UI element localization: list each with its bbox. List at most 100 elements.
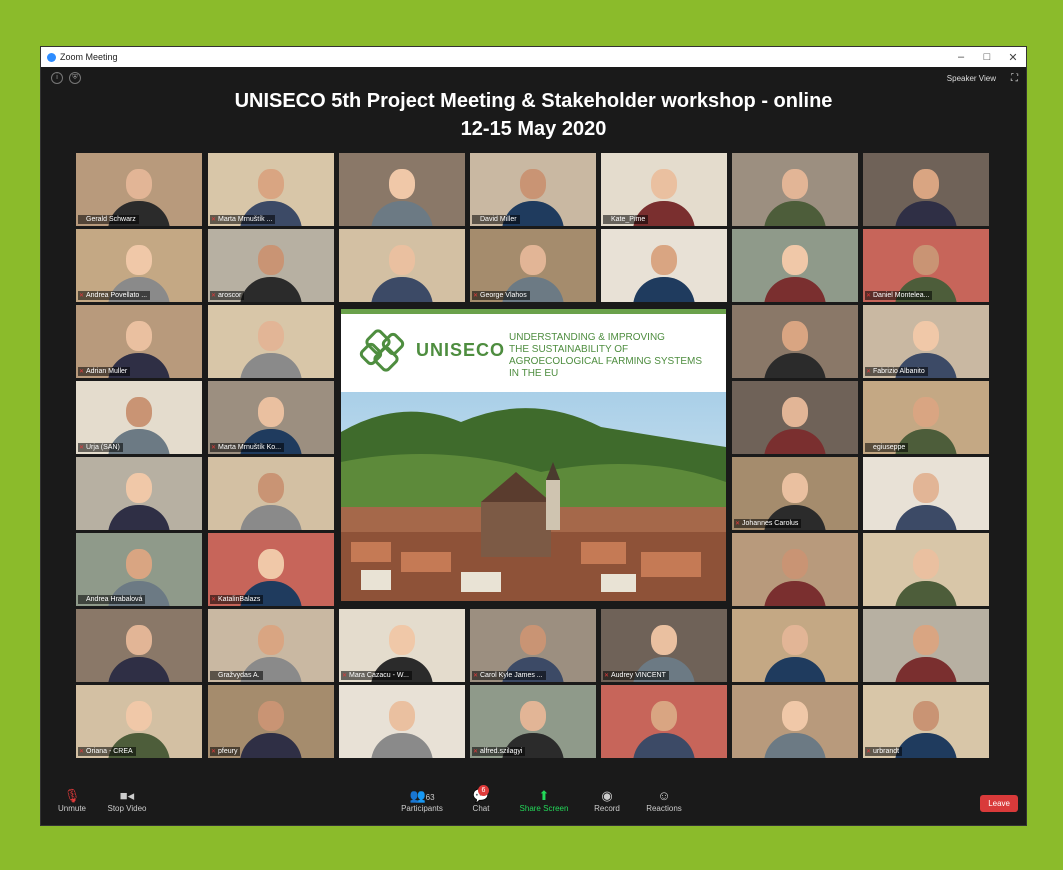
participant-video-tile[interactable]: Adrian Muller bbox=[76, 305, 202, 378]
participant-video-tile[interactable]: George Vlahos bbox=[470, 229, 596, 302]
participant-name-label: Mara Cazacu - W... bbox=[341, 671, 412, 680]
participant-name-label: Daniel Montelea... bbox=[865, 291, 933, 300]
participant-face bbox=[913, 549, 939, 579]
speaker-view-button[interactable]: Speaker View bbox=[947, 74, 996, 83]
close-button[interactable]: ✕ bbox=[1000, 51, 1026, 64]
participant-face bbox=[126, 473, 152, 503]
participant-face bbox=[782, 397, 808, 427]
participant-name-label: pfeury bbox=[210, 747, 241, 756]
participant-video-tile[interactable] bbox=[732, 305, 858, 378]
participant-face bbox=[258, 473, 284, 503]
participant-face bbox=[126, 245, 152, 275]
participant-video-tile[interactable]: David Miller bbox=[470, 153, 596, 226]
participant-video-tile[interactable]: alfred.szilagyi bbox=[470, 685, 596, 758]
participant-video-tile[interactable]: Gražvydas A. bbox=[208, 609, 334, 682]
participants-count: 63 bbox=[425, 793, 435, 802]
share-screen-label: Share Screen bbox=[519, 804, 569, 813]
participant-video-tile[interactable]: urbrandt bbox=[863, 685, 989, 758]
participant-video-tile[interactable]: Audrey VINCENT bbox=[601, 609, 727, 682]
participant-face bbox=[913, 701, 939, 731]
participant-name-label: Andrea Povellato ... bbox=[78, 291, 151, 300]
meeting-title-line2: 12-15 May 2020 bbox=[460, 118, 607, 140]
participant-name-label: Andrea Hrabalová bbox=[78, 595, 146, 604]
participant-video-tile[interactable]: Marta Mrnuštík Ko... bbox=[208, 381, 334, 454]
chat-label: Chat bbox=[472, 804, 490, 813]
participant-video-tile[interactable] bbox=[863, 609, 989, 682]
participants-button[interactable]: 👥63 Participants bbox=[397, 788, 447, 813]
participant-name-label: Gražvydas A. bbox=[210, 671, 263, 680]
participant-video-tile[interactable]: egiuseppe bbox=[863, 381, 989, 454]
participant-video-tile[interactable]: Kate_Pime bbox=[601, 153, 727, 226]
security-shield-icon[interactable]: ⛨ bbox=[69, 72, 81, 84]
participant-video-tile[interactable]: Gerald Schwarz bbox=[76, 153, 202, 226]
fullscreen-icon[interactable]: ⛶ bbox=[1011, 73, 1018, 84]
window-title: Zoom Meeting bbox=[60, 52, 118, 62]
participant-video-tile[interactable] bbox=[339, 685, 465, 758]
slide-headline: UNDERSTANDING & IMPROVING THE SUSTAINABI… bbox=[509, 332, 719, 380]
participant-video-tile[interactable]: Fabrizio Albanito bbox=[863, 305, 989, 378]
participant-name-label: Gerald Schwarz bbox=[78, 215, 139, 224]
participant-video-tile[interactable] bbox=[601, 685, 727, 758]
participant-video-tile[interactable]: Marta Mrnuštík ... bbox=[208, 153, 334, 226]
participant-video-tile[interactable] bbox=[339, 229, 465, 302]
participant-video-tile[interactable] bbox=[863, 457, 989, 530]
maximize-button[interactable]: □ bbox=[974, 51, 1000, 64]
participant-face bbox=[389, 625, 415, 655]
participant-face bbox=[651, 625, 677, 655]
participant-video-tile[interactable]: Urja (SAN) bbox=[76, 381, 202, 454]
slide-headline-line: UNDERSTANDING & IMPROVING bbox=[509, 332, 665, 343]
meeting-title-line1: UNISECO 5th Project Meeting & Stakeholde… bbox=[234, 90, 833, 112]
unmute-label: Unmute bbox=[57, 804, 86, 813]
participant-video-tile[interactable] bbox=[732, 609, 858, 682]
participant-video-tile[interactable] bbox=[863, 153, 989, 226]
participant-video-tile[interactable]: Mara Cazacu - W... bbox=[339, 609, 465, 682]
stop-video-button[interactable]: ■◂ Stop Video bbox=[103, 788, 151, 813]
shared-screen-slide: UNISECO UNDERSTANDING & IMPROVING THE SU… bbox=[341, 309, 726, 601]
participant-name-label: Marta Mrnuštík Ko... bbox=[210, 443, 285, 452]
participant-video-tile[interactable] bbox=[732, 533, 858, 606]
participant-video-tile[interactable] bbox=[732, 153, 858, 226]
participant-video-tile[interactable]: Carol Kyle James ... bbox=[470, 609, 596, 682]
zoom-logo-icon bbox=[47, 52, 56, 62]
participant-name-label: alfred.szilagyi bbox=[472, 747, 526, 756]
participant-video-tile[interactable] bbox=[732, 685, 858, 758]
unmute-button[interactable]: 🎙 Unmute bbox=[57, 788, 87, 813]
leave-button[interactable]: Leave bbox=[980, 795, 1018, 812]
participant-name-label: KatalinBalazs bbox=[210, 595, 264, 604]
participant-video-tile[interactable] bbox=[732, 229, 858, 302]
participant-video-tile[interactable]: Andrea Povellato ... bbox=[76, 229, 202, 302]
participant-name-label: aroscor bbox=[210, 291, 245, 300]
participant-face bbox=[782, 625, 808, 655]
meeting-topbar: i ⛨ bbox=[41, 67, 1026, 89]
participant-video-tile[interactable] bbox=[863, 533, 989, 606]
chat-button[interactable]: 💬6 Chat bbox=[469, 785, 493, 813]
participant-face bbox=[520, 245, 546, 275]
participant-video-tile[interactable]: pfeury bbox=[208, 685, 334, 758]
participant-video-tile[interactable]: aroscor bbox=[208, 229, 334, 302]
slide-headline-line: THE SUSTAINABILITY OF bbox=[509, 344, 629, 355]
participant-name-label: Oriana - CREA bbox=[78, 747, 136, 756]
record-button[interactable]: ◉ Record bbox=[591, 788, 623, 813]
participant-video-tile[interactable] bbox=[76, 457, 202, 530]
participant-name-label: Marta Mrnuštík ... bbox=[210, 215, 276, 224]
participant-face bbox=[389, 701, 415, 731]
meeting-info-icon[interactable]: i bbox=[51, 72, 63, 84]
minimize-button[interactable]: – bbox=[948, 51, 974, 64]
participant-video-tile[interactable]: Johannes Carolus bbox=[732, 457, 858, 530]
participant-video-tile[interactable] bbox=[732, 381, 858, 454]
participant-name-label: egiuseppe bbox=[865, 443, 909, 452]
participant-video-tile[interactable]: KatalinBalazs bbox=[208, 533, 334, 606]
participant-video-tile[interactable]: Andrea Hrabalová bbox=[76, 533, 202, 606]
participant-face bbox=[126, 625, 152, 655]
participant-video-tile[interactable] bbox=[601, 229, 727, 302]
chat-icon: 💬6 bbox=[469, 785, 493, 804]
slide-headline-line: AGROECOLOGICAL FARMING SYSTEMS bbox=[509, 356, 702, 367]
participant-video-tile[interactable]: Daniel Montelea... bbox=[863, 229, 989, 302]
reactions-button[interactable]: ☺ Reactions bbox=[641, 788, 687, 813]
participant-video-tile[interactable] bbox=[208, 457, 334, 530]
participant-video-tile[interactable] bbox=[339, 153, 465, 226]
participant-video-tile[interactable]: Oriana - CREA bbox=[76, 685, 202, 758]
participant-video-tile[interactable] bbox=[76, 609, 202, 682]
participant-video-tile[interactable] bbox=[208, 305, 334, 378]
share-screen-button[interactable]: ⬆ Share Screen bbox=[516, 788, 572, 813]
